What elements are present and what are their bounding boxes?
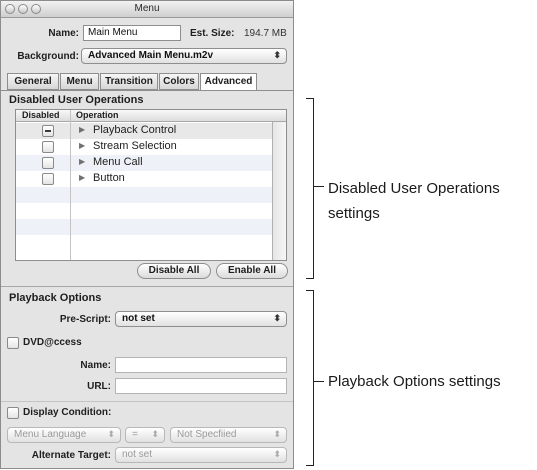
menu-inspector-window: Menu Name: Main Menu Est. Size: 194.7 MB… [0,0,294,469]
tab-menu[interactable]: Menu [60,73,99,90]
table-row[interactable]: ▶ Menu Call [16,155,272,171]
operation-label: Playback Control [93,124,177,136]
tab-bar-divider [1,90,293,91]
dvdaccess-name-label: Name: [80,360,111,371]
prescript-popup[interactable]: not set ⬍ [115,311,287,327]
alternate-target-label: Alternate Target: [31,450,111,461]
disabled-checkbox[interactable] [42,125,54,137]
operation-label: Button [93,172,125,184]
playback-options-heading: Playback Options [9,292,102,304]
empty-row [16,203,272,219]
prescript-label: Pre-Script: [59,314,111,325]
background-value: Advanced Main Menu.m2v [88,50,214,61]
est-size-label: Est. Size: [190,28,235,39]
operation-label: Stream Selection [93,140,177,152]
empty-row [16,235,272,251]
tab-transition[interactable]: Transition [100,73,158,90]
disabled-ops-bracket [306,98,314,279]
table-row[interactable]: ▶ Stream Selection [16,139,272,155]
display-condition-checkbox[interactable] [7,407,19,419]
dvdaccess-url-field[interactable] [115,378,287,394]
disabled-checkbox[interactable] [42,173,54,185]
disable-all-button[interactable]: Disable All [137,263,211,279]
disabled-checkbox[interactable] [42,141,54,153]
up-down-arrows-icon: ⬍ [107,429,115,439]
up-down-arrows-icon: ⬍ [273,313,281,323]
condition-source-popup[interactable]: Menu Language ⬍ [7,427,121,443]
disabled-ops-callout-line2: settings [328,205,380,222]
tab-advanced[interactable]: Advanced [200,73,257,91]
est-size-value: 194.7 MB [244,28,287,39]
disclosure-triangle-icon[interactable]: ▶ [79,141,85,150]
column-header-operation[interactable]: Operation [76,110,119,120]
column-divider [70,110,71,260]
name-label: Name: [48,28,79,39]
disabled-ops-bracket-tick [314,186,324,187]
up-down-arrows-icon: ⬍ [273,449,281,459]
tab-colors[interactable]: Colors [159,73,199,90]
disabled-checkbox[interactable] [42,157,54,169]
up-down-arrows-icon: ⬍ [273,50,281,60]
disabled-ops-table[interactable]: Disabled Operation ▶ Playback Control ▶ … [15,109,287,261]
table-row[interactable]: ▶ Playback Control [16,123,272,139]
mixed-state-dash-icon [45,130,51,132]
name-field[interactable]: Main Menu [83,25,181,41]
dvdaccess-checkbox[interactable] [7,337,19,349]
playback-callout: Playback Options settings [328,373,501,390]
disabled-ops-heading: Disabled User Operations [9,94,144,106]
alternate-target-popup[interactable]: not set ⬍ [115,447,287,463]
tab-general[interactable]: General [7,73,59,90]
condition-operator-value: = [132,429,138,440]
display-condition-label: Display Condition: [23,407,112,418]
condition-value-value: Not Specfiied [177,429,237,440]
playback-bracket [306,290,314,466]
condition-operator-popup[interactable]: = ⬍ [125,427,165,443]
table-scrollbar[interactable] [272,122,286,260]
dvdaccess-name-field[interactable] [115,357,287,373]
operation-label: Menu Call [93,156,143,168]
disclosure-triangle-icon[interactable]: ▶ [79,125,85,134]
playback-bracket-tick [314,381,324,382]
condition-source-value: Menu Language [14,429,87,440]
dvdaccess-url-label: URL: [87,381,111,392]
empty-row [16,219,272,235]
disclosure-triangle-icon[interactable]: ▶ [79,173,85,182]
empty-row [16,187,272,203]
background-popup[interactable]: Advanced Main Menu.m2v ⬍ [81,48,287,64]
prescript-value: not set [122,313,155,324]
up-down-arrows-icon: ⬍ [273,429,281,439]
dvdaccess-label: DVD@ccess [23,337,82,348]
table-header: Disabled Operation [16,110,286,122]
alternate-target-value: not set [122,449,153,460]
enable-all-button[interactable]: Enable All [216,263,288,279]
background-label: Background: [17,51,79,62]
section-divider [1,286,293,287]
disclosure-triangle-icon[interactable]: ▶ [79,157,85,166]
title-bar[interactable]: Menu [1,1,293,18]
disabled-ops-callout-line1: Disabled User Operations [328,180,500,197]
window-title: Menu [134,3,160,14]
section-divider [1,401,293,402]
column-header-disabled[interactable]: Disabled [22,110,60,120]
table-row[interactable]: ▶ Button [16,171,272,187]
condition-value-popup[interactable]: Not Specfiied ⬍ [170,427,287,443]
up-down-arrows-icon: ⬍ [151,429,159,439]
